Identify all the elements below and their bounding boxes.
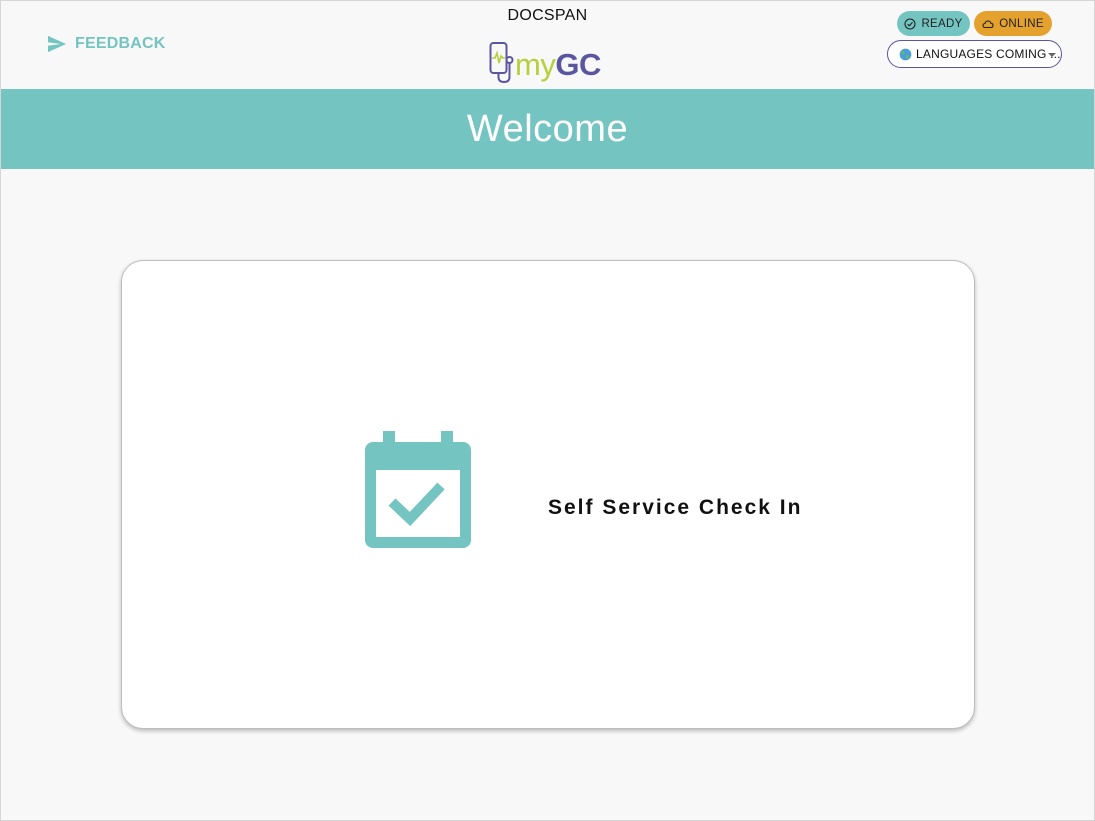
check-in-label: Self Service Check In	[548, 496, 803, 519]
page-title: Welcome	[466, 107, 629, 150]
feedback-label: FEEDBACK	[75, 35, 166, 52]
chevron-down-icon	[1048, 53, 1056, 57]
logo-wordmark: myGC	[515, 49, 601, 80]
online-status-badge: ONLINE	[974, 11, 1052, 36]
logo-my-text: my	[515, 46, 556, 82]
cloud-icon	[982, 19, 994, 28]
globe-icon	[899, 48, 912, 60]
app-header: FEEDBACK DOCSPAN myGC READY ONLINE LANGU…	[1, 1, 1094, 89]
send-icon	[48, 35, 66, 53]
check-circle-icon	[904, 17, 916, 30]
calendar-check-icon	[365, 431, 471, 548]
ready-status-label: READY	[921, 17, 963, 30]
online-status-label: ONLINE	[999, 17, 1044, 30]
logo-gc-text: GC	[555, 46, 601, 82]
stethoscope-phone-icon	[489, 42, 514, 84]
ready-status-badge: READY	[897, 11, 970, 36]
welcome-banner: Welcome	[1, 89, 1094, 169]
feedback-button[interactable]: FEEDBACK	[47, 34, 166, 54]
mygc-logo: myGC	[488, 41, 601, 85]
language-select[interactable]: LANGUAGES COMING ...	[887, 40, 1062, 68]
language-select-value: LANGUAGES COMING ...	[916, 47, 1061, 61]
self-service-check-in-card[interactable]: Self Service Check In	[121, 260, 975, 729]
